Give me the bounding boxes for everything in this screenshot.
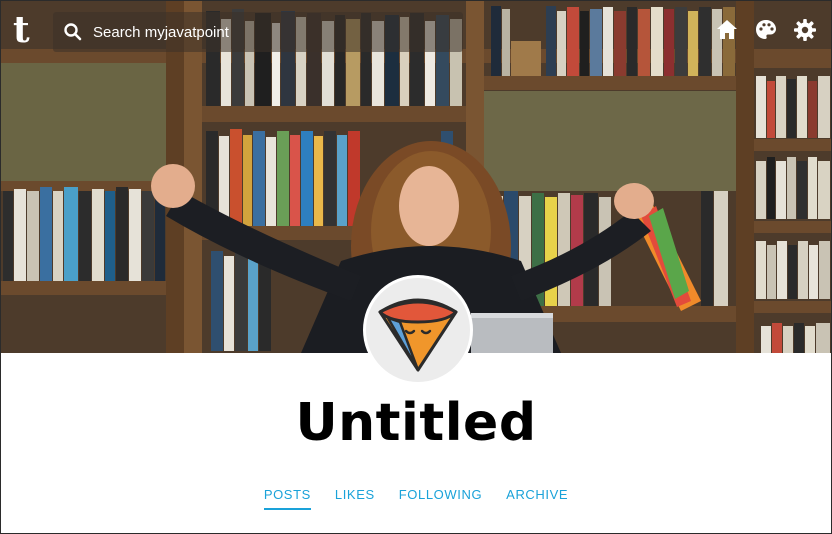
top-navigation-bar: t — [1, 1, 831, 63]
tab-following[interactable]: FOLLOWING — [399, 487, 482, 510]
search-icon — [64, 23, 82, 41]
home-icon[interactable] — [715, 18, 739, 42]
blog-avatar[interactable] — [363, 275, 473, 385]
blog-title: Untitled — [295, 393, 537, 453]
palette-icon[interactable] — [754, 18, 778, 42]
cone-avatar-icon — [378, 298, 458, 372]
blog-page: t Search myjavatpoint Untitled POSTS LIK… — [0, 0, 832, 534]
tumblr-logo[interactable]: t — [13, 11, 43, 49]
gear-icon[interactable] — [793, 18, 817, 42]
tab-posts[interactable]: POSTS — [263, 487, 311, 510]
tab-likes[interactable]: LIKES — [335, 487, 375, 510]
search-bar[interactable] — [53, 12, 463, 52]
tab-archive[interactable]: ARCHIVE — [506, 487, 568, 510]
blog-tabs: POSTS LIKES FOLLOWING ARCHIVE — [1, 487, 831, 510]
search-input[interactable] — [91, 22, 435, 42]
